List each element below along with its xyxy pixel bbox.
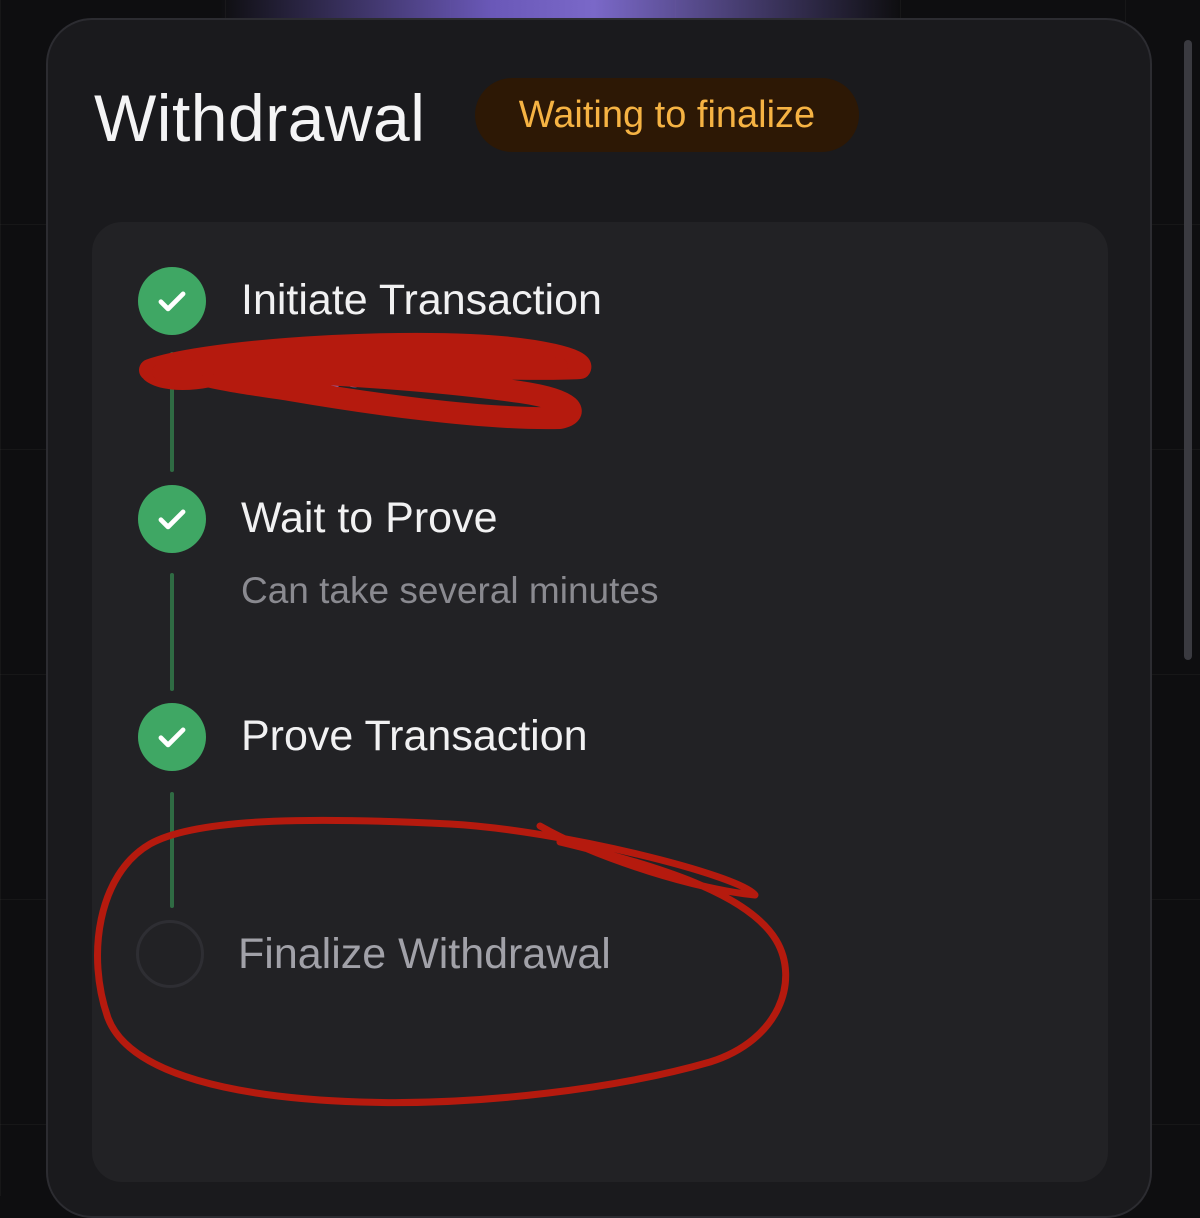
check-circle-icon: [138, 267, 206, 335]
empty-circle-icon: [136, 920, 204, 988]
top-glow: [220, 0, 900, 18]
step-label-prove-transaction: Prove Transaction: [241, 712, 588, 760]
page-title: Withdrawal: [94, 81, 426, 155]
step-connector: [170, 573, 174, 691]
step-label-finalize-withdrawal: Finalize Withdrawal: [238, 930, 611, 978]
step-label-initiate: Initiate Transaction: [241, 276, 602, 324]
external-link-icon[interactable]: [399, 365, 427, 393]
step-connector: [170, 352, 174, 472]
status-badge: Waiting to finalize: [475, 78, 859, 152]
step-connector: [170, 792, 174, 908]
step-description: Can take several minutes: [241, 570, 659, 611]
check-circle-icon: [138, 485, 206, 553]
transaction-hash[interactable]: 0x…1b8f: [242, 360, 385, 398]
scrollbar[interactable]: [1184, 40, 1192, 660]
check-circle-icon: [138, 703, 206, 771]
step-label-wait-to-prove: Wait to Prove: [241, 494, 498, 542]
transaction-link[interactable]: 0x…1b8f: [242, 360, 427, 398]
